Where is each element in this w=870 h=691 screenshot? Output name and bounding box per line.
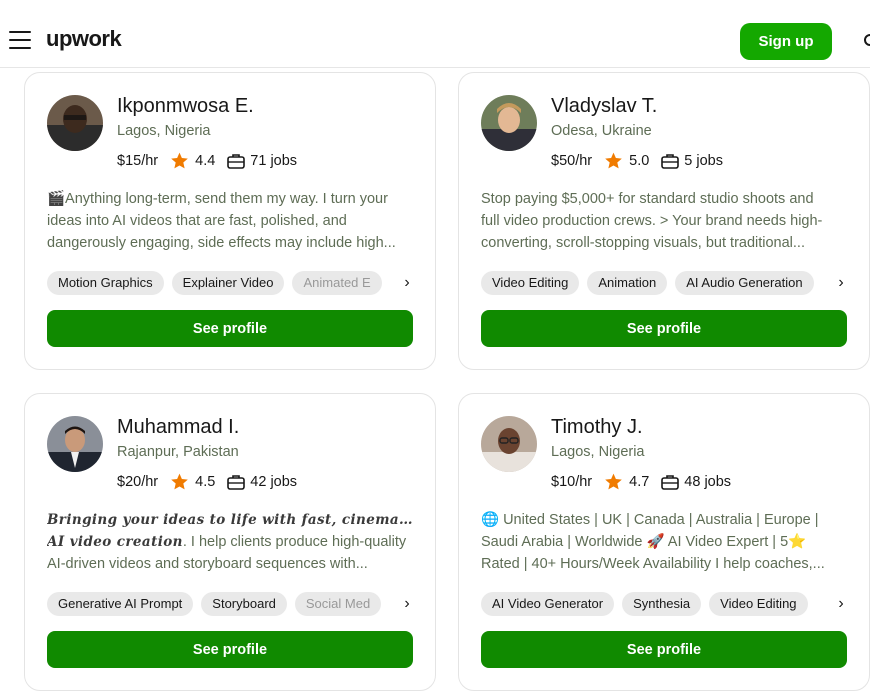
avatar[interactable] — [481, 95, 537, 151]
skills-carousel: Video Editing Animation AI Audio Generat… — [481, 271, 849, 295]
briefcase-icon — [661, 153, 680, 169]
description-line: Stop paying $5,000+ for standard studio … — [481, 191, 814, 207]
skill-pill[interactable]: Motion Graphics — [47, 271, 164, 295]
chevron-right-icon[interactable]: › — [833, 595, 849, 613]
jobs-count: 71 jobs — [250, 152, 298, 169]
description-line: dangerously engaging, side effects may i… — [47, 235, 396, 251]
star-icon — [604, 472, 623, 491]
star-icon — [604, 151, 623, 170]
star-icon — [170, 472, 189, 491]
freelancer-stats: $50/hr 5.0 5 jobs — [551, 151, 723, 170]
freelancer-card: Ikponmwosa E. Lagos, Nigeria $15/hr 4.4 … — [24, 72, 436, 370]
upwork-logo[interactable]: upwork — [46, 26, 122, 52]
rating-value: 4.4 — [195, 152, 216, 169]
chevron-right-icon[interactable]: › — [399, 595, 415, 613]
freelancer-description: 🌐 United States | UK | Canada | Australi… — [481, 509, 851, 575]
freelancer-location: Rajanpur, Pakistan — [117, 444, 239, 460]
skill-pill[interactable]: Explainer Video — [171, 271, 285, 295]
skill-pill[interactable]: Storyboard — [201, 592, 287, 616]
skill-pill[interactable]: Video Editing — [709, 592, 808, 616]
freelancer-name[interactable]: Muhammad I. — [117, 416, 239, 439]
description-line: 🌐 United States | UK | Canada | Australi… — [481, 512, 819, 528]
briefcase-icon — [227, 474, 246, 490]
skills-carousel: Motion Graphics Explainer Video Animated… — [47, 271, 415, 295]
description-line: full video production crews. > Your bran… — [481, 213, 823, 229]
description-text: . I help clients produce high-quality — [182, 534, 407, 550]
skill-pill[interactable]: Synthesia — [622, 592, 702, 616]
avatar[interactable] — [47, 416, 103, 472]
description-emphasis: AI video creation — [47, 534, 183, 550]
sign-up-button[interactable]: Sign up — [740, 23, 832, 60]
see-profile-button[interactable]: See profile — [481, 631, 847, 668]
description-line: ideas into AI videos that are fast, poli… — [47, 213, 347, 229]
chevron-right-icon[interactable]: › — [399, 274, 415, 292]
rating-value: 4.7 — [629, 473, 650, 490]
skill-pill[interactable]: Animation — [587, 271, 668, 295]
skill-pill[interactable]: Animated E — [292, 271, 382, 295]
description-line: AI video creation. I help clients produc… — [47, 531, 417, 553]
rating-value: 4.5 — [195, 473, 216, 490]
search-icon[interactable] — [864, 34, 870, 46]
chevron-right-icon[interactable]: › — [833, 274, 849, 292]
freelancer-description: Bringing your ideas to life with fast, c… — [47, 509, 417, 575]
description-line: converting, scroll-stopping visuals, but… — [481, 235, 805, 251]
skills-carousel: AI Video Generator Synthesia Video Editi… — [481, 592, 849, 616]
description-line: Rated | 40+ Hours/Week Availability I he… — [481, 556, 825, 572]
jobs-count: 5 jobs — [684, 152, 723, 169]
briefcase-icon — [661, 474, 680, 490]
freelancer-card: Muhammad I. Rajanpur, Pakistan $20/hr 4.… — [24, 393, 436, 691]
freelancer-stats: $20/hr 4.5 42 jobs — [117, 472, 297, 491]
avatar[interactable] — [481, 416, 537, 472]
freelancer-location: Odesa, Ukraine — [551, 123, 652, 139]
freelancer-name[interactable]: Vladyslav T. — [551, 95, 657, 118]
star-icon — [170, 151, 189, 170]
skills-carousel: Generative AI Prompt Storyboard Social M… — [47, 592, 415, 616]
rating-value: 5.0 — [629, 152, 650, 169]
skill-pill[interactable]: Social Med — [294, 592, 382, 616]
freelancer-stats: $15/hr 4.4 71 jobs — [117, 151, 297, 170]
hourly-rate: $50/hr — [551, 152, 593, 169]
freelancer-location: Lagos, Nigeria — [117, 123, 211, 139]
hourly-rate: $20/hr — [117, 473, 159, 490]
freelancer-description: Stop paying $5,000+ for standard studio … — [481, 188, 851, 254]
description-line: Saudi Arabia | Worldwide 🚀 AI Video Expe… — [481, 534, 807, 550]
skill-pill[interactable]: Video Editing — [481, 271, 580, 295]
menu-icon[interactable] — [9, 31, 31, 49]
description-line: 🎬Anything long-term, send them my way. I… — [47, 191, 388, 207]
freelancer-stats: $10/hr 4.7 48 jobs — [551, 472, 731, 491]
see-profile-button[interactable]: See profile — [47, 631, 413, 668]
freelancer-card: Vladyslav T. Odesa, Ukraine $50/hr 5.0 5… — [458, 72, 870, 370]
freelancer-name[interactable]: Ikponmwosa E. — [117, 95, 254, 118]
hourly-rate: $15/hr — [117, 152, 159, 169]
hourly-rate: $10/hr — [551, 473, 593, 490]
skill-pill[interactable]: AI Video Generator — [481, 592, 615, 616]
see-profile-button[interactable]: See profile — [47, 310, 413, 347]
briefcase-icon — [227, 153, 246, 169]
jobs-count: 42 jobs — [250, 473, 298, 490]
skill-pill[interactable]: AI Audio Generation — [675, 271, 814, 295]
freelancer-location: Lagos, Nigeria — [551, 444, 645, 460]
jobs-count: 48 jobs — [684, 473, 732, 490]
freelancer-name[interactable]: Timothy J. — [551, 416, 643, 439]
freelancer-card: Timothy J. Lagos, Nigeria $10/hr 4.7 48 … — [458, 393, 870, 691]
see-profile-button[interactable]: See profile — [481, 310, 847, 347]
description-line: Bringing your ideas to life with fast, c… — [47, 512, 417, 528]
skill-pill[interactable]: Generative AI Prompt — [47, 592, 194, 616]
description-line: AI-driven videos and storyboard sequence… — [47, 556, 368, 572]
avatar[interactable] — [47, 95, 103, 151]
top-header: upwork Sign up — [0, 0, 870, 68]
freelancer-description: 🎬Anything long-term, send them my way. I… — [47, 188, 417, 254]
